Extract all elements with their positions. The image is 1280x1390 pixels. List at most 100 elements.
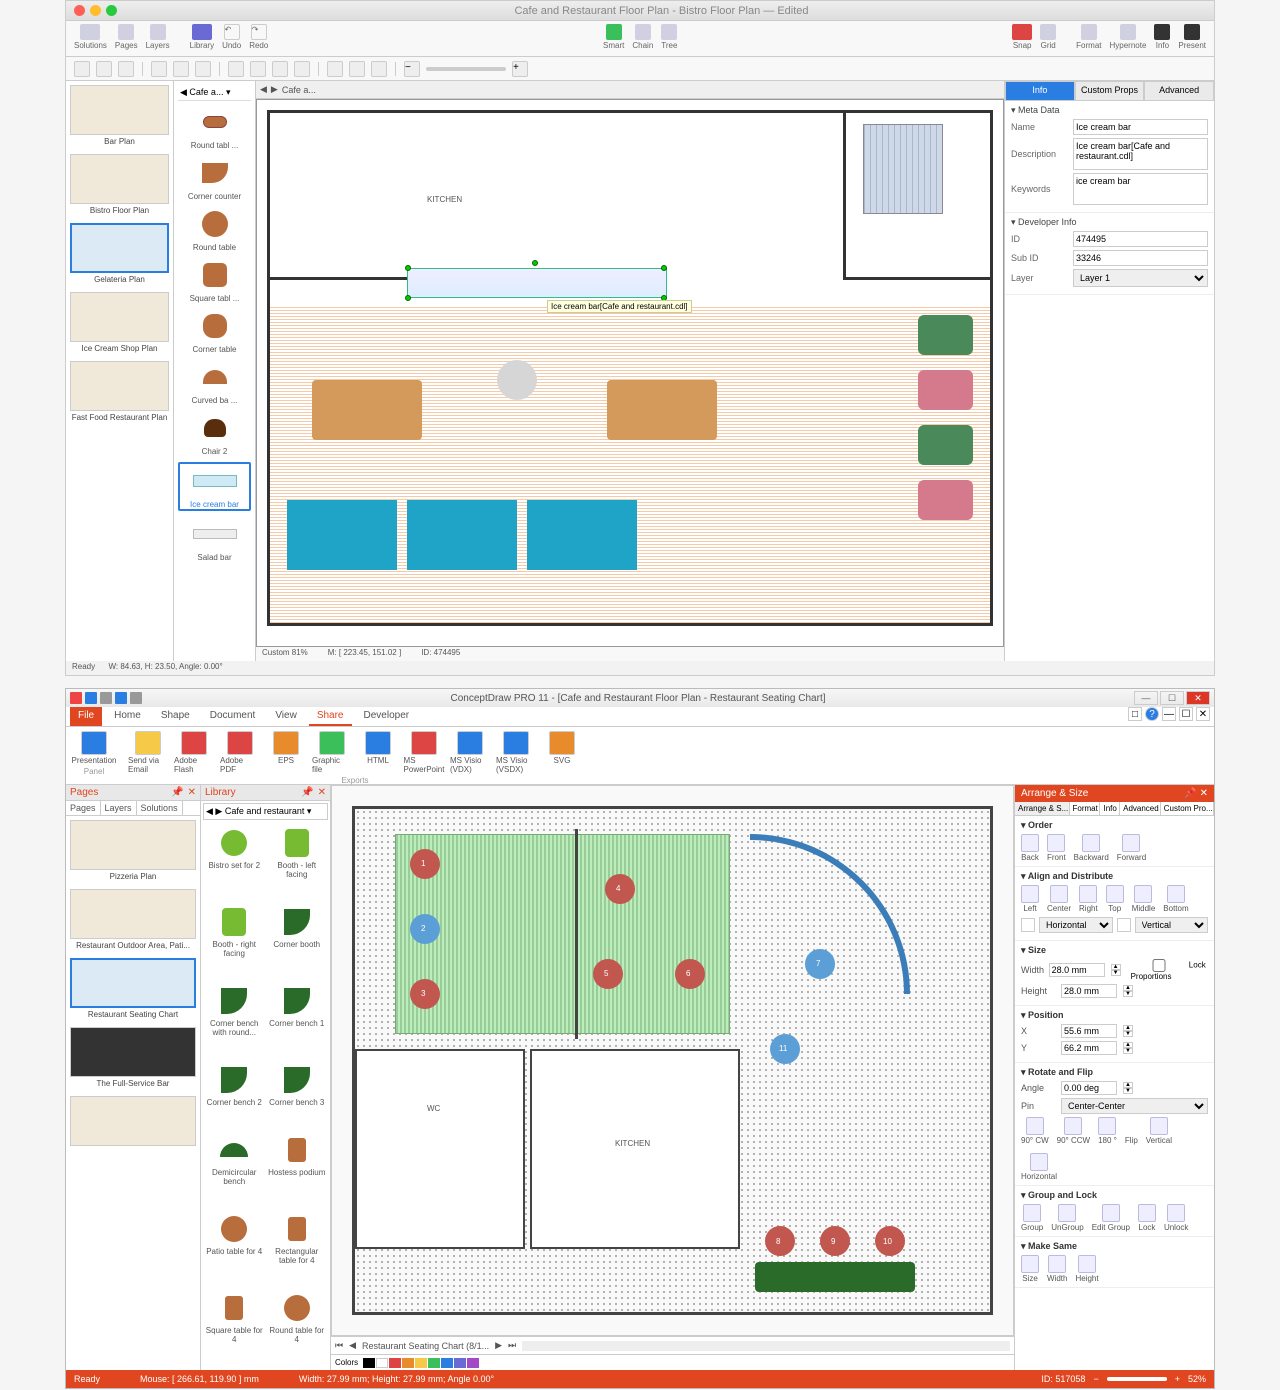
lib-item[interactable]: Rectangular table for 4 [268,1212,327,1287]
library-dropdown[interactable]: ◀ Cafe a... ▾ [178,85,251,101]
group-tool-icon[interactable] [250,61,266,77]
rect-tool-icon[interactable] [118,61,134,77]
smart-button[interactable]: Smart [603,24,624,50]
tab-customprops[interactable]: Custom Pro... [1161,802,1214,815]
tab-share[interactable]: Share [309,707,352,726]
zoom-label[interactable]: Custom 81% [262,648,308,660]
present-button[interactable]: Present [1178,24,1206,50]
tab-layers[interactable]: Layers [101,801,137,815]
angle-field[interactable] [1061,1081,1117,1095]
close-icon[interactable]: ✕ [188,787,196,798]
lib-item[interactable]: Chair 2 [178,411,251,456]
lib-item[interactable]: Hostess podium [268,1133,327,1208]
y-field[interactable] [1061,1041,1117,1055]
x-field[interactable] [1061,1024,1117,1038]
maximize-icon[interactable] [106,5,117,16]
color-swatch[interactable] [363,1358,375,1368]
lib-item[interactable]: Booth - left facing [268,826,327,901]
color-swatch[interactable] [467,1358,479,1368]
html-button[interactable]: HTML [358,731,398,774]
layers-button[interactable]: Layers [146,24,170,50]
zoom-label[interactable]: 52% [1188,1374,1206,1384]
pointer-tool-icon[interactable] [74,61,90,77]
page-thumb[interactable]: The Full-Service Bar [70,1027,196,1088]
pen-tool-icon[interactable] [195,61,211,77]
close-icon[interactable]: ✕ [1186,691,1210,705]
prev-tab-icon[interactable]: ◀ [260,84,267,95]
lib-item[interactable]: Patio table for 4 [205,1212,264,1287]
color-swatch[interactable] [428,1358,440,1368]
tab-file[interactable]: File [70,707,102,726]
redo-button[interactable]: ↷Redo [249,24,268,50]
lib-item[interactable]: Demicircular bench [205,1133,264,1208]
same-height-button[interactable]: Height [1075,1255,1098,1283]
tab-document[interactable]: Document [202,707,264,726]
help-options-icon[interactable]: □ [1128,707,1142,721]
curve-tool-icon[interactable] [173,61,189,77]
pin-icon[interactable]: 📌 [301,787,313,798]
qat-print-icon[interactable] [130,692,142,704]
selected-shape[interactable] [407,268,667,298]
rot-90cw-button[interactable]: 90° CW [1021,1117,1049,1145]
graphic-button[interactable]: Graphic file [312,731,352,774]
align-bottom-button[interactable]: Bottom [1163,885,1188,913]
lock-proportions-checkbox[interactable]: Lock Proportions [1131,959,1208,981]
color-swatch[interactable] [441,1358,453,1368]
next-tab-icon[interactable]: ▶ [271,84,278,95]
lib-item[interactable]: Curved ba ... [178,360,251,405]
lib-item[interactable]: Square table for 4 [205,1291,264,1366]
qat-save-icon[interactable] [115,692,127,704]
sheet-tab[interactable]: Restaurant Seating Chart (8/1... [362,1341,489,1351]
keywords-field[interactable]: ice cream bar [1073,173,1208,205]
close-icon[interactable] [74,5,85,16]
info-button[interactable]: Info [1154,24,1170,50]
grid-button[interactable]: Grid [1040,24,1056,50]
rot-90ccw-button[interactable]: 90° CCW [1057,1117,1090,1145]
lib-item[interactable]: Corner bench with round... [205,984,264,1059]
eps-button[interactable]: EPS [266,731,306,774]
format-button[interactable]: Format [1076,24,1101,50]
adobe-pdf-button[interactable]: Adobe PDF [220,731,260,774]
flip-h-button[interactable]: Horizontal [1021,1153,1057,1181]
sheet-nav-last-icon[interactable]: ⏭ [508,1340,516,1351]
pin-select[interactable]: Center-Center [1061,1098,1208,1114]
scrollbar-h[interactable] [522,1341,1010,1351]
lib-item[interactable]: Salad bar [178,517,251,562]
color-swatch[interactable] [376,1358,388,1368]
shape-tool-icon[interactable] [228,61,244,77]
page-thumb[interactable]: Ice Cream Shop Plan [70,292,169,353]
tab-customprops[interactable]: Custom Props [1075,81,1145,101]
lib-item[interactable]: Corner counter [178,156,251,201]
tab-shape[interactable]: Shape [153,707,198,726]
backward-button[interactable]: Backward [1074,834,1109,862]
group-button[interactable]: Group [1021,1204,1043,1232]
zoom-slider[interactable] [426,67,506,71]
visio-vsdx-button[interactable]: MS Visio (VSDX) [496,731,536,774]
zoom-slider[interactable] [1107,1377,1167,1381]
layer-select[interactable]: Layer 1 [1073,269,1208,287]
presentation-button[interactable]: Presentation [74,731,114,765]
zoomin-icon[interactable]: + [1175,1374,1180,1384]
hand-tool-icon[interactable] [327,61,343,77]
snap-button[interactable]: Snap [1012,24,1032,50]
page-thumb[interactable] [70,1096,196,1146]
page-thumb[interactable]: Bistro Floor Plan [70,154,169,215]
subid-field[interactable] [1073,250,1208,266]
lock-button[interactable]: Lock [1138,1204,1156,1232]
lib-item[interactable]: Corner bench 2 [205,1063,264,1129]
tab-solutions[interactable]: Solutions [137,801,183,815]
forward-button[interactable]: Forward [1117,834,1146,862]
lib-item[interactable]: Round tabl ... [178,105,251,150]
tab-pages[interactable]: Pages [66,801,101,815]
width-field[interactable] [1049,963,1105,977]
align-center-button[interactable]: Center [1047,885,1071,913]
mdi-max-icon[interactable]: ☐ [1179,707,1193,721]
canvas-tab[interactable]: Cafe a... [282,85,316,95]
tab-format[interactable]: Format [1070,802,1101,815]
lib-item[interactable]: Booth - right facing [205,905,264,980]
page-thumb[interactable]: Gelateria Plan [70,223,169,284]
lib-item[interactable]: Round table for 4 [268,1291,327,1366]
tab-arrange[interactable]: Arrange & S... [1015,802,1070,815]
minimize-icon[interactable]: — [1134,691,1158,705]
solutions-button[interactable]: Solutions [74,24,107,50]
